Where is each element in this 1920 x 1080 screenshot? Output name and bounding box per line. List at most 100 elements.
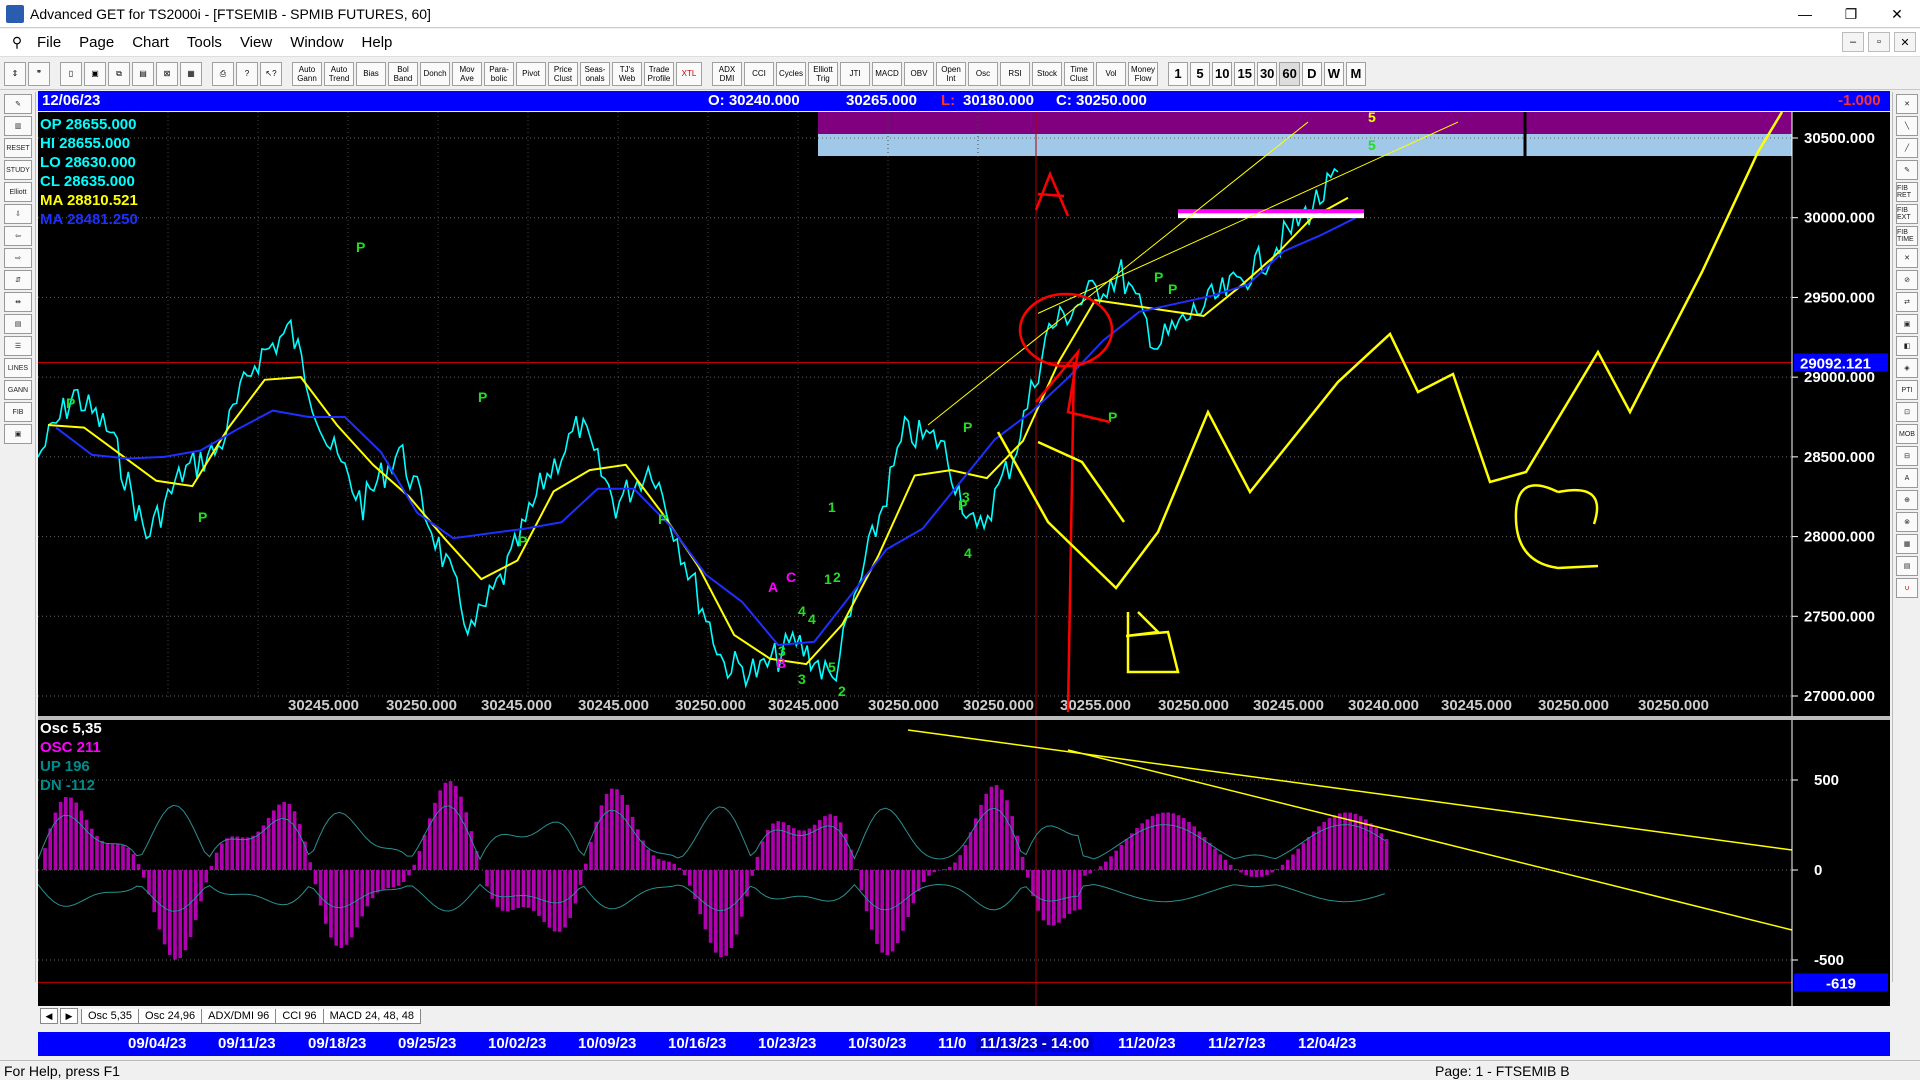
minimize-button[interactable]: — — [1782, 0, 1828, 28]
context-help-icon[interactable]: ↖? — [260, 61, 282, 86]
print-icon[interactable]: ⎙ — [212, 61, 234, 86]
right-tool-12-icon[interactable]: ◈ — [1896, 358, 1918, 378]
tab-cci-96[interactable]: CCI 96 — [275, 1008, 324, 1024]
document-icon[interactable]: ⚲ — [6, 32, 28, 54]
mdi-restore-button[interactable]: ▫ — [1868, 32, 1890, 52]
tool-reset[interactable]: RESET — [4, 138, 32, 158]
tab-osc-5-35[interactable]: Osc 5,35 — [81, 1008, 140, 1024]
interval-button-d[interactable]: D — [1301, 61, 1322, 86]
interval-button-w[interactable]: W — [1323, 61, 1344, 86]
cancel-icon[interactable]: ⊠ — [156, 61, 178, 86]
tool-mob[interactable]: MOB — [1896, 424, 1918, 444]
tool-fib-time[interactable]: FIB TIME — [1896, 226, 1918, 246]
right-tool-21-icon[interactable]: ▤ — [1896, 556, 1918, 576]
tool-5-icon[interactable]: ⇩ — [4, 204, 32, 224]
study-button-trade-profile[interactable]: Trade Profile — [644, 61, 674, 86]
tool-pti[interactable]: PTI — [1896, 380, 1918, 400]
interval-button-5[interactable]: 5 — [1190, 61, 1210, 86]
right-tool-11-icon[interactable]: ◧ — [1896, 336, 1918, 356]
tab-next-icon[interactable]: ▶ — [60, 1008, 78, 1024]
tab-adx-dmi-96[interactable]: ADX/DMI 96 — [201, 1008, 277, 1024]
study-button-macd[interactable]: MACD — [872, 61, 902, 86]
copy-icon[interactable]: ⧉ — [108, 61, 130, 86]
interval-button-15[interactable]: 15 — [1234, 61, 1255, 86]
menu-page[interactable]: Page — [70, 34, 123, 51]
right-tool-18-icon[interactable]: ⊕ — [1896, 490, 1918, 510]
tool-10-icon[interactable]: ▤ — [4, 314, 32, 334]
study-button-cci[interactable]: CCI — [744, 61, 774, 86]
tool-0-icon[interactable]: ✎ — [4, 94, 32, 114]
study-button-time-clust[interactable]: Time Clust — [1064, 61, 1094, 86]
right-tool-14-icon[interactable]: ⊡ — [1896, 402, 1918, 422]
right-tool-3-icon[interactable]: ✎ — [1896, 160, 1918, 180]
tool-fib-ext[interactable]: FIB EXT — [1896, 204, 1918, 224]
menu-chart[interactable]: Chart — [123, 34, 178, 51]
help-icon[interactable]: ? — [236, 61, 258, 86]
tab-macd-24-48-48[interactable]: MACD 24, 48, 48 — [322, 1008, 421, 1024]
menu-file[interactable]: File — [28, 34, 70, 51]
right-tool-7-icon[interactable]: ✕ — [1896, 248, 1918, 268]
tool-6-icon[interactable]: ⇦ — [4, 226, 32, 246]
study-button-auto-trend[interactable]: Auto Trend — [324, 61, 354, 86]
right-tool-19-icon[interactable]: ⊗ — [1896, 512, 1918, 532]
study-button-adx-dmi[interactable]: ADX DMI — [712, 61, 742, 86]
menu-help[interactable]: Help — [353, 34, 402, 51]
right-tool-8-icon[interactable]: ⊘ — [1896, 270, 1918, 290]
tool-elliott[interactable]: Elliott — [4, 182, 32, 202]
study-button-auto-gann[interactable]: Auto Gann — [292, 61, 322, 86]
study-button-pivot[interactable]: Pivot — [516, 61, 546, 86]
tool-fib-ret[interactable]: FIB RET — [1896, 182, 1918, 202]
open-icon[interactable]: ▣ — [84, 61, 106, 86]
tab-prev-icon[interactable]: ◀ — [40, 1008, 58, 1024]
tool-15-icon[interactable]: ▣ — [4, 424, 32, 444]
right-tool-10-icon[interactable]: ▣ — [1896, 314, 1918, 334]
tool-fib[interactable]: FIB — [4, 402, 32, 422]
window-icon[interactable]: ▤ — [132, 61, 154, 86]
study-button-osc[interactable]: Osc — [968, 61, 998, 86]
study-button-money-flow[interactable]: Money Flow — [1128, 61, 1158, 86]
right-tool-2-icon[interactable]: ╱ — [1896, 138, 1918, 158]
study-button-xtl[interactable]: XTL — [676, 61, 702, 86]
tool-7-icon[interactable]: ⇨ — [4, 248, 32, 268]
arrows-icon[interactable]: ⇕ — [4, 61, 26, 86]
study-button-donch[interactable]: Donch — [420, 61, 450, 86]
study-button-vol[interactable]: Vol — [1096, 61, 1126, 86]
right-tool-9-icon[interactable]: ⇄ — [1896, 292, 1918, 312]
study-button-elliott-trig[interactable]: Elliott Trig — [808, 61, 838, 86]
new-page-icon[interactable]: ▯ — [60, 61, 82, 86]
study-button-bias[interactable]: Bias — [356, 61, 386, 86]
menu-view[interactable]: View — [231, 34, 281, 51]
study-button-stock[interactable]: Stock — [1032, 61, 1062, 86]
oscillator-chart[interactable]: 500 0 -500 -619 Osc 5,35 OSC 211 UP 196 DN … — [37, 720, 1890, 1006]
quote-icon[interactable]: ❞ — [28, 61, 50, 86]
menu-window[interactable]: Window — [281, 34, 352, 51]
tool-lines[interactable]: LINES — [4, 358, 32, 378]
study-button-mov-ave[interactable]: Mov Ave — [452, 61, 482, 86]
tool-study[interactable]: STUDY — [4, 160, 32, 180]
menu-tools[interactable]: Tools — [178, 34, 231, 51]
tile-icon[interactable]: ▦ — [180, 61, 202, 86]
study-button-para-bolic[interactable]: Para-bolic — [484, 61, 514, 86]
tool-9-icon[interactable]: ⇹ — [4, 292, 32, 312]
interval-button-1[interactable]: 1 — [1168, 61, 1188, 86]
tool-11-icon[interactable]: ☰ — [4, 336, 32, 356]
right-tool-16-icon[interactable]: ⊟ — [1896, 446, 1918, 466]
study-button-open-int[interactable]: Open Int — [936, 61, 966, 86]
study-button-tj-s-web[interactable]: TJ's Web — [612, 61, 642, 86]
tab-osc-24-96[interactable]: Osc 24,96 — [138, 1008, 203, 1024]
tool-a[interactable]: A — [1896, 468, 1918, 488]
study-button-price-clust[interactable]: Price Clust — [548, 61, 578, 86]
tool-gann[interactable]: GANN — [4, 380, 32, 400]
study-button-jti[interactable]: JTI — [840, 61, 870, 86]
interval-button-60[interactable]: 60 — [1279, 61, 1300, 86]
mdi-minimize-button[interactable]: – — [1842, 32, 1864, 52]
price-chart[interactable]: 30500.000 30000.000 29500.000 29000.000 2850… — [37, 109, 1890, 718]
study-button-seas-onals[interactable]: Seas-onals — [580, 61, 610, 86]
tool-1-icon[interactable]: ▥ — [4, 116, 32, 136]
close-button[interactable]: ✕ — [1874, 0, 1920, 28]
mdi-close-button[interactable]: ✕ — [1894, 32, 1916, 52]
tool-8-icon[interactable]: ⇵ — [4, 270, 32, 290]
study-button-bol-band[interactable]: Bol Band — [388, 61, 418, 86]
interval-button-30[interactable]: 30 — [1256, 61, 1278, 86]
right-tool-0-icon[interactable]: ✕ — [1896, 94, 1918, 114]
